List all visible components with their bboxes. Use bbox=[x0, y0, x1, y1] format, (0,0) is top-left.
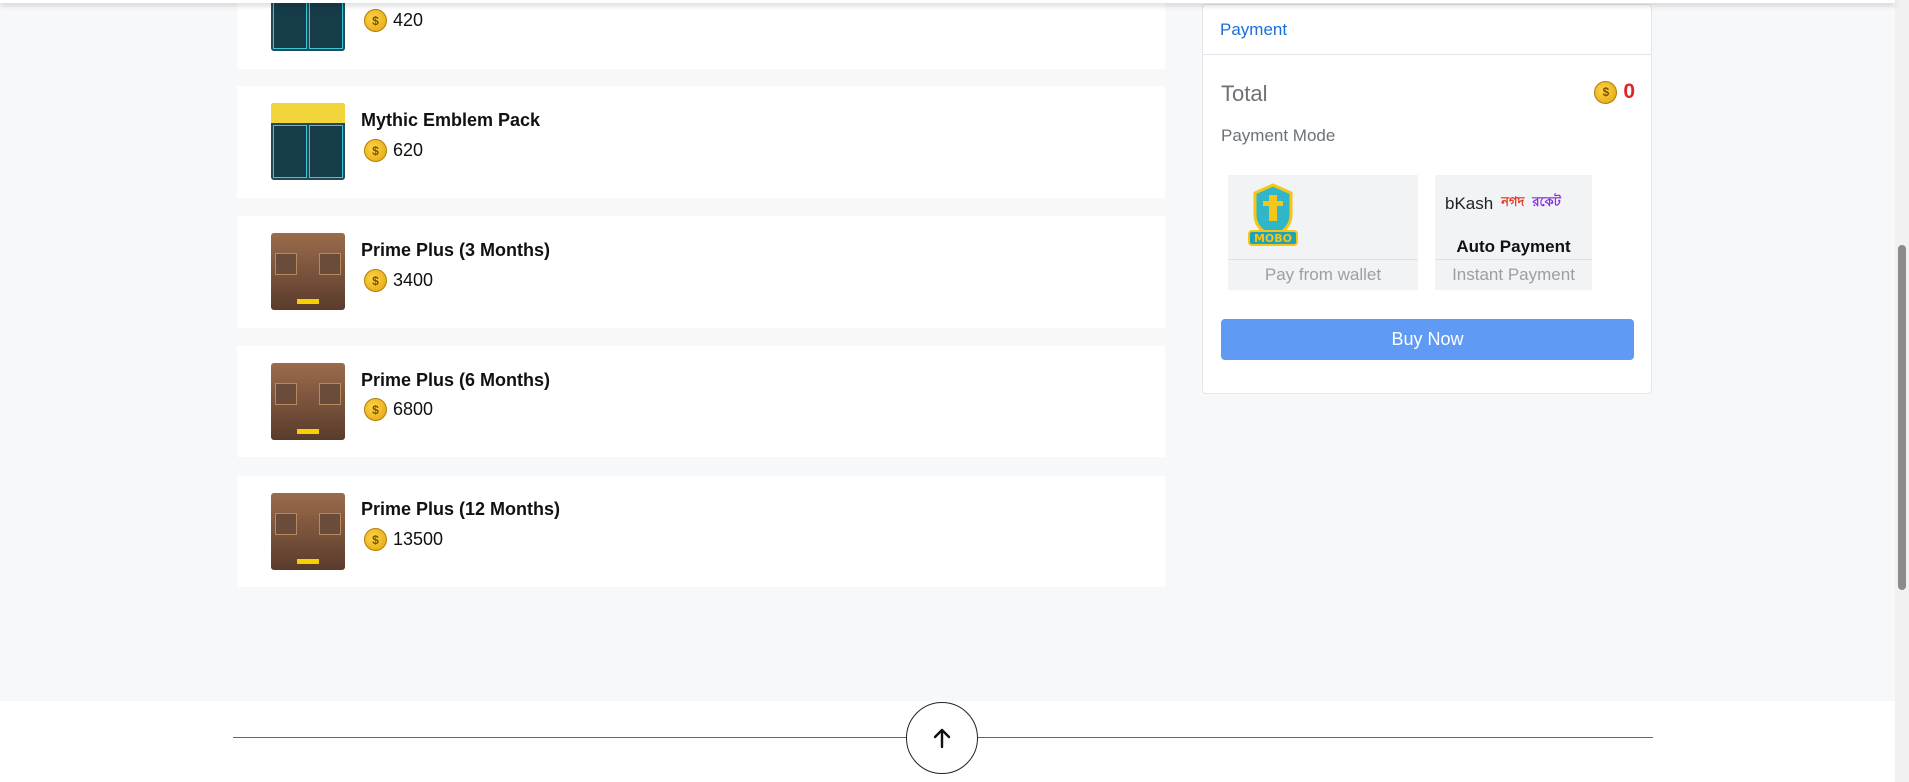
product-price-value: 420 bbox=[393, 10, 424, 30]
nagad-logo: নগদ bbox=[1501, 194, 1525, 209]
product-price-value: 13500 bbox=[393, 529, 444, 549]
product-card[interactable]: Prime Plus (12 Months) $ 13500 bbox=[237, 476, 1165, 587]
product-price-value: 620 bbox=[393, 140, 424, 160]
bkash-logo: bKash bbox=[1445, 193, 1494, 213]
product-name: Prime Plus (3 Months) bbox=[361, 240, 551, 260]
auto-payment-caption: Instant Payment bbox=[1435, 259, 1592, 290]
rocket-logo: রকেট bbox=[1532, 194, 1561, 209]
product-thumbnail bbox=[271, 493, 345, 570]
product-price: $ 3400 bbox=[364, 269, 433, 292]
product-price: $ 420 bbox=[364, 9, 423, 32]
product-name: Mythic Emblem Pack bbox=[361, 110, 541, 130]
scroll-to-top-button[interactable] bbox=[906, 702, 978, 774]
coin-icon: $ bbox=[364, 528, 387, 551]
product-thumbnail bbox=[271, 103, 345, 180]
mobo-logo-icon: MOBO bbox=[1248, 183, 1298, 246]
coin-icon: $ bbox=[364, 9, 387, 32]
payment-option-auto[interactable]: bKash নগদ রকেট Auto Payment Instant Paym… bbox=[1435, 175, 1592, 290]
product-price-value: 3400 bbox=[393, 270, 434, 290]
product-card[interactable]: $ 420 bbox=[237, 0, 1165, 69]
payment-mode-label: Payment Mode bbox=[1221, 126, 1336, 145]
product-thumbnail bbox=[271, 0, 345, 51]
product-thumbnail bbox=[271, 233, 345, 310]
top-edge-shadow bbox=[0, 0, 1895, 3]
wallet-caption: Pay from wallet bbox=[1228, 259, 1418, 290]
auto-payment-title: Auto Payment bbox=[1456, 237, 1571, 256]
buy-now-button[interactable]: Buy Now bbox=[1221, 319, 1634, 360]
product-card[interactable]: Prime Plus (6 Months) $ 6800 bbox=[237, 346, 1165, 457]
payment-brand-logos: bKash নগদ রকেট bbox=[1445, 193, 1561, 214]
total-amount: 0 bbox=[1623, 80, 1635, 103]
payment-header: Payment bbox=[1203, 5, 1651, 55]
product-name: Prime Plus (6 Months) bbox=[361, 370, 551, 390]
coin-icon: $ bbox=[364, 398, 387, 421]
total-value: $ 0 bbox=[1594, 80, 1635, 104]
product-card[interactable]: Mythic Emblem Pack $ 620 bbox=[237, 86, 1165, 198]
payment-option-wallet[interactable]: MOBO Pay from wallet bbox=[1228, 175, 1418, 290]
product-name: Prime Plus (12 Months) bbox=[361, 499, 561, 519]
product-price: $ 6800 bbox=[364, 398, 433, 421]
coin-icon: $ bbox=[364, 139, 387, 162]
scrollbar-thumb[interactable] bbox=[1898, 245, 1906, 590]
payment-panel: Payment Total $ 0 Payment Mode MOBO Pay … bbox=[1202, 4, 1652, 394]
product-price-value: 6800 bbox=[393, 399, 434, 419]
coin-icon: $ bbox=[364, 269, 387, 292]
page-scrollbar[interactable] bbox=[1895, 0, 1909, 782]
product-thumbnail bbox=[271, 363, 345, 440]
arrow-up-icon bbox=[933, 728, 951, 749]
wallet-logo-text: MOBO bbox=[1254, 232, 1292, 245]
product-card[interactable]: Prime Plus (3 Months) $ 3400 bbox=[237, 216, 1165, 328]
product-price: $ 13500 bbox=[364, 528, 443, 551]
coin-icon: $ bbox=[1594, 80, 1618, 104]
product-price: $ 620 bbox=[364, 139, 423, 162]
total-label: Total bbox=[1221, 81, 1268, 106]
